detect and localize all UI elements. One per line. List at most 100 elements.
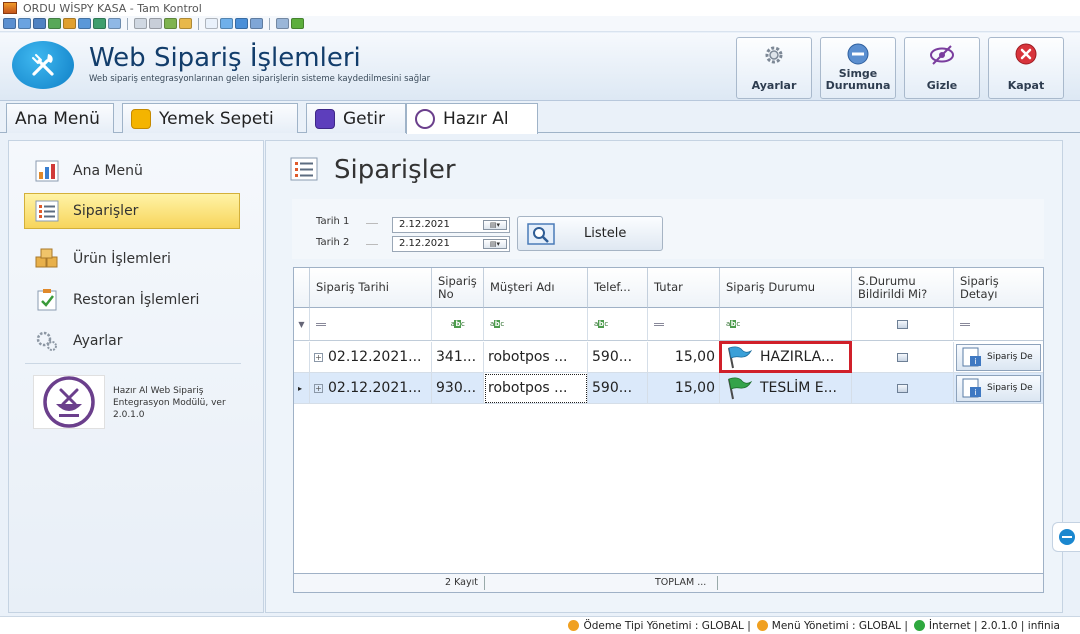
grid-footer: 2 Kayıt TOPLAM ...: [294, 573, 1043, 592]
tools-icon[interactable]: [291, 18, 304, 29]
filter-cell[interactable]: [852, 308, 954, 341]
module-version-info: Hazır Al Web Sipariş Entegrasyon Modülü,…: [113, 386, 226, 420]
layout-icon[interactable]: [250, 18, 263, 29]
phone-icon[interactable]: [93, 18, 106, 29]
hide-button[interactable]: Gizle: [904, 37, 980, 99]
amount: 15,00: [674, 380, 715, 396]
filter-cell[interactable]: [954, 308, 1043, 341]
section-title: Siparişler: [334, 155, 456, 185]
expand-icon[interactable]: +: [314, 383, 323, 393]
table-row[interactable]: ▸ +02.12.2021... 930... robotpos ... 590…: [294, 373, 1043, 404]
table-row[interactable]: +02.12.2021... 341... robotpos ... 590..…: [294, 342, 1043, 373]
equals-icon: [654, 322, 664, 326]
report-icon[interactable]: [179, 18, 192, 29]
group-icon[interactable]: [149, 18, 162, 29]
tab-ana-menu[interactable]: Ana Menü: [6, 103, 114, 133]
checkbox-icon[interactable]: [897, 352, 908, 362]
tab-yemek-sepeti[interactable]: Yemek Sepeti: [122, 103, 298, 133]
side-panel-handle[interactable]: [1052, 522, 1080, 552]
hazir-al-logo: [33, 375, 105, 429]
status-bar: Ödeme Tipi Yönetimi : GLOBAL | Menü Yöne…: [0, 616, 1080, 634]
person-icon[interactable]: [134, 18, 147, 29]
tab-getir[interactable]: Getir: [306, 103, 406, 133]
settings-button[interactable]: Ayarlar: [736, 37, 812, 99]
sidebar-item-siparisler[interactable]: Siparişler: [24, 193, 240, 229]
close-icon: [1015, 43, 1037, 65]
filter-cell[interactable]: abc: [432, 308, 484, 341]
screen-icon[interactable]: [18, 18, 31, 29]
close-button[interactable]: Kapat: [988, 37, 1064, 99]
text-filter-icon: abc: [594, 320, 608, 328]
tab-label: Ana Menü: [15, 108, 100, 129]
chart-icon[interactable]: [164, 18, 177, 29]
sidebar-item-urun-islemleri[interactable]: Ürün İşlemleri: [25, 241, 241, 277]
display-icon[interactable]: [235, 18, 248, 29]
filter-cell[interactable]: [648, 308, 720, 341]
calendar-dropdown-icon[interactable]: ▤▾: [483, 220, 507, 230]
folder-icon[interactable]: [63, 18, 76, 29]
column-header[interactable]: Sipariş No: [432, 268, 484, 308]
sidebar-item-ayarlar[interactable]: Ayarlar: [25, 323, 241, 359]
close-button-label: Kapat: [1007, 79, 1045, 92]
sidebar: Ana Menü Siparişler Ürün İşlemleri Resto…: [8, 140, 264, 613]
message-icon[interactable]: [108, 18, 121, 29]
gears-icon: [36, 331, 57, 351]
column-header[interactable]: Sipariş Detayı: [954, 268, 1043, 308]
phone: 590...: [592, 349, 633, 365]
coin-icon: [568, 620, 580, 631]
checkbox-icon[interactable]: [897, 383, 908, 393]
text-filter-icon: abc: [726, 320, 740, 328]
user-icon[interactable]: [78, 18, 91, 29]
menu-status: Menü Yönetimi : GLOBAL: [771, 619, 902, 632]
expand-icon[interactable]: +: [314, 352, 323, 362]
calendar-dropdown-icon[interactable]: ▤▾: [483, 239, 507, 249]
equals-icon: [960, 322, 970, 326]
module-tabs: Ana Menü Yemek Sepeti Getir Hazır Al: [0, 101, 1080, 134]
filter-cell[interactable]: abc: [720, 308, 852, 341]
detail-label: Sipariş De: [987, 352, 1033, 362]
list-button[interactable]: Listele: [517, 216, 663, 251]
page-title: Web Sipariş İşlemleri: [89, 43, 361, 73]
panel-icon[interactable]: [205, 18, 218, 29]
grid-icon[interactable]: [220, 18, 233, 29]
svg-text:i: i: [974, 357, 976, 366]
monitor-icon[interactable]: [33, 18, 46, 29]
sync-icon[interactable]: [48, 18, 61, 29]
date2-field[interactable]: 2.12.2021 ▤▾: [392, 236, 510, 252]
hazir-al-icon: [415, 109, 435, 129]
sidebar-item-restoran-islemleri[interactable]: Restoran İşlemleri: [25, 282, 241, 318]
phone: 590...: [592, 380, 633, 396]
filter-cell[interactable]: abc: [588, 308, 648, 341]
check-circle-icon: [913, 620, 925, 631]
getir-icon: [315, 108, 335, 129]
filter-cell[interactable]: [310, 308, 432, 341]
document-info-icon: i: [962, 378, 981, 398]
app-icon: [3, 2, 17, 14]
minimize-button[interactable]: Simge Durumuna: [820, 37, 896, 99]
print-icon[interactable]: [276, 18, 289, 29]
tab-hazir-al[interactable]: Hazır Al: [406, 103, 538, 134]
window-icon[interactable]: [3, 18, 16, 29]
order-detail-button[interactable]: i Sipariş De: [956, 374, 1041, 402]
order-detail-button[interactable]: i Sipariş De: [956, 343, 1041, 371]
quick-toolbar: [0, 16, 1080, 32]
column-header[interactable]: Müşteri Adı: [484, 268, 588, 308]
column-header[interactable]: Telef...: [588, 268, 648, 308]
settings-button-label: Ayarlar: [751, 79, 797, 92]
flag-icon: [728, 346, 752, 369]
list-button-label: Listele: [584, 226, 627, 241]
date1-field[interactable]: 2.12.2021 ▤▾: [392, 217, 510, 233]
internet-status: İnternet: [928, 619, 971, 632]
column-header[interactable]: Sipariş Tarihi: [310, 268, 432, 308]
sidebar-item-ana-menu[interactable]: Ana Menü: [25, 153, 241, 189]
column-header[interactable]: Tutar: [648, 268, 720, 308]
column-header[interactable]: S.Durumu Bildirildi Mi?: [852, 268, 954, 308]
total-summary: TOPLAM ...: [655, 577, 707, 588]
column-header[interactable]: Sipariş Durumu: [720, 268, 852, 308]
filter-cell[interactable]: abc: [484, 308, 588, 341]
row-indicator-header: [294, 268, 310, 308]
sidebar-item-label: Siparişler: [73, 203, 139, 219]
text-filter-icon: abc: [450, 320, 465, 328]
bar-chart-icon: [35, 160, 59, 182]
boxes-icon: [35, 248, 58, 268]
